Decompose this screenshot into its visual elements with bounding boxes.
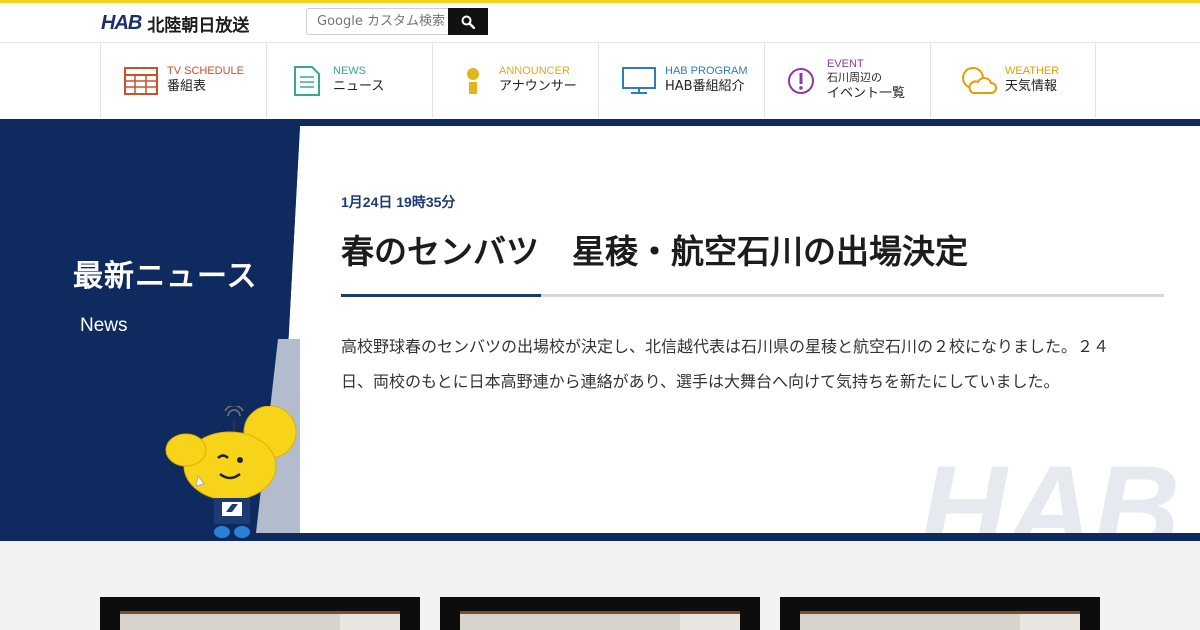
nav-en-label: EVENT [827,58,864,70]
top-bar: HAB 北陸朝日放送 [0,0,1200,42]
weather-icon [961,63,997,99]
nav-en-label: WEATHER [1005,65,1060,77]
news-card-thumbnail[interactable] [100,597,420,630]
nav-ja-label: ニュース [333,79,385,94]
nav-en-label: TV SCHEDULE [167,65,245,77]
nav-item-tv-schedule[interactable]: TV SCHEDULE 番組表 [100,43,266,118]
search-input[interactable] [306,8,448,35]
news-card-thumbnail[interactable] [780,597,1100,630]
announcer-icon [455,63,491,99]
nav-ja-label: HAB番組紹介 [665,79,745,94]
search-icon [461,15,475,29]
tv-schedule-icon [123,63,159,99]
article-body: 高校野球春のセンバツの出場校が決定し、北信越代表は石川県の星稜と航空石川の２校に… [341,337,1110,391]
latest-news-hero: 最新ニュース News 1月24日 19時35分 春のセンバツ 星稜・航空石川の… [0,119,1200,541]
article-date: 1月24日 19時35分 [341,194,456,210]
title-divider-accent [341,294,541,297]
nav-ja-label: イベント一覧 [827,86,906,101]
monitor-icon [621,63,657,99]
event-icon [783,63,819,99]
nav-en-label: ANNOUNCER [499,65,570,77]
nav-item-hab-program[interactable]: HAB PROGRAM HAB番組紹介 [598,43,764,118]
nav-ja-label: 番組表 [167,79,207,94]
svg-text:HAB: HAB [920,449,1180,533]
nav-item-event[interactable]: EVENT 石川周辺の イベント一覧 [764,43,930,118]
article-title[interactable]: 春のセンバツ 星稜・航空石川の出場決定 [341,225,968,273]
news-card-thumbnail[interactable] [440,597,760,630]
search-form [306,8,488,35]
section-title: 最新ニュース [73,259,258,294]
hab-watermark-logo: HAB [920,449,1200,533]
mascot-character [162,404,302,541]
news-card-list [100,597,1100,630]
nav-en-label: NEWS [333,65,366,77]
nav-item-announcer[interactable]: ANNOUNCER アナウンサー [432,43,598,118]
search-button[interactable] [448,8,488,35]
section-subtitle: News [80,315,128,336]
logo-mark: HAB [101,11,142,34]
nav-en-label: HAB PROGRAM [665,65,748,77]
global-nav: TV SCHEDULE 番組表 NEWS ニュース ANNOUNCER アナウン… [0,42,1200,119]
news-icon [289,63,325,99]
logo-name: 北陸朝日放送 [147,15,250,36]
nav-item-news[interactable]: NEWS ニュース [266,43,432,118]
nav-ja-label-sub: 石川周辺の [827,71,882,84]
nav-ja-label: アナウンサー [499,79,577,94]
site-logo[interactable]: HAB 北陸朝日放送 [101,11,250,36]
nav-item-weather[interactable]: WEATHER 天気情報 [930,43,1096,118]
nav-ja-label: 天気情報 [1005,79,1058,94]
